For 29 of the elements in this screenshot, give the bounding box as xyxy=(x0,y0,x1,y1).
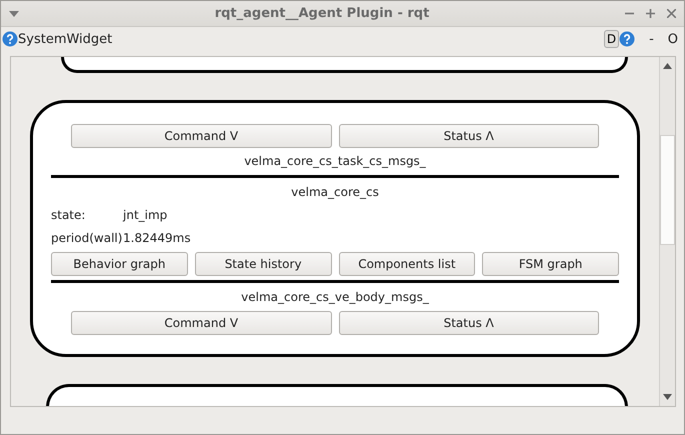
field-label: state: xyxy=(51,207,86,224)
d-button[interactable]: D xyxy=(604,30,620,48)
float-label[interactable]: O xyxy=(668,32,678,46)
card-button[interactable]: Command V xyxy=(71,311,332,335)
card-button[interactable]: Command V xyxy=(71,124,332,148)
window-title: rqt_agent__Agent Plugin - rqt xyxy=(214,6,430,21)
card-button[interactable]: FSM graph xyxy=(482,252,619,276)
scroll-up-icon[interactable] xyxy=(663,63,672,69)
close-icon[interactable] xyxy=(667,9,676,18)
field-value: jnt_imp xyxy=(123,207,168,224)
card-button[interactable]: Status Λ xyxy=(338,311,599,335)
section-heading: velma_core_cs_task_cs_msgs_ xyxy=(243,153,427,170)
card-button[interactable]: Behavior graph xyxy=(51,252,188,276)
scrollbar[interactable] xyxy=(659,57,675,406)
section-heading: velma_core_cs_ve_body_msgs_ xyxy=(240,289,430,306)
section-heading: velma_core_cs xyxy=(290,184,380,201)
help-icon[interactable] xyxy=(2,31,18,47)
help-icon[interactable] xyxy=(619,31,636,47)
scroll-thumb[interactable] xyxy=(660,135,675,245)
maximize-icon[interactable] xyxy=(646,9,655,18)
widget-title: SystemWidget xyxy=(18,32,112,46)
card-button[interactable]: Components list xyxy=(338,252,476,276)
field-label: period(wall) xyxy=(51,230,123,247)
card-button[interactable]: State history xyxy=(194,252,332,276)
card-button[interactable]: Status Λ xyxy=(338,124,599,148)
scroll-down-icon[interactable] xyxy=(663,394,672,400)
minimize-label[interactable]: - xyxy=(649,32,654,46)
field-value: 1.82449ms xyxy=(123,230,191,247)
caret-icon[interactable] xyxy=(9,10,19,16)
